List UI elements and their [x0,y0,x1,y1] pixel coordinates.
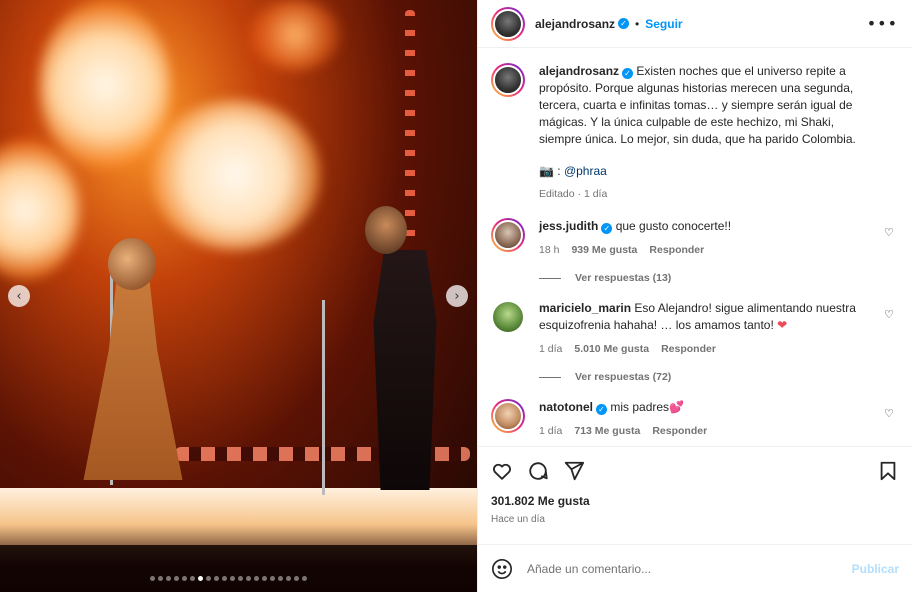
avatar[interactable] [491,63,525,97]
share-send-icon[interactable] [563,460,585,482]
verified-badge-icon: ✓ [601,223,613,234]
comment-username[interactable]: jess.judith [539,219,598,233]
emoji-smiley-icon[interactable] [491,558,513,580]
carousel-dot [158,576,163,581]
verified-badge-icon: ✓ [622,68,634,79]
mic-stand [322,300,325,495]
camera-credit-prefix: 📷 : [539,164,564,178]
carousel-dot [238,576,243,581]
comment-text: mis padres [610,400,670,414]
carousel-dot [174,576,179,581]
follow-button[interactable]: Seguir [645,17,682,31]
comment-item: natotonel ✓ mis padres💕 1 día 713 Me gust… [491,399,898,437]
comment-time[interactable]: 1 día [539,343,562,355]
singer-head [108,238,156,290]
reply-button[interactable]: Responder [661,343,716,355]
comment-time[interactable]: 1 día [539,425,562,437]
carousel-dot [262,576,267,581]
view-replies-label[interactable]: Ver respuestas (72) [575,371,671,383]
credit-mention-link[interactable]: @phraa [564,164,607,178]
comment-like-icon[interactable]: ♡ [884,399,898,437]
separator-dot: • [635,16,640,31]
comment-likes[interactable]: 939 Me gusta [571,244,637,256]
comments-list[interactable]: alejandrosanz ✓ Existen noches que el uni… [478,48,912,446]
fire-burst [250,0,340,70]
like-heart-icon[interactable] [491,460,513,482]
verified-badge-icon: ✓ [618,18,630,29]
instagram-post: ‹ › alejandrosanz ✓ • Seguir ••• alejand… [0,0,912,592]
reply-button[interactable]: Responder [652,425,707,437]
comment-like-icon[interactable]: ♡ [884,300,898,355]
caption-meta: Editado · 1 día [539,188,608,200]
comment-item: maricielo_marin Eso Alejandro! sigue ali… [491,300,898,355]
view-replies-label[interactable]: Ver respuestas (13) [575,272,671,284]
post-sidebar: alejandrosanz ✓ • Seguir ••• alejandrosa… [477,0,912,592]
header-username[interactable]: alejandrosanz [535,17,615,31]
avatar[interactable] [491,399,525,433]
comment-likes[interactable]: 5.010 Me gusta [574,343,649,355]
carousel-dot [270,576,275,581]
avatar[interactable] [491,6,525,41]
hearts-emoji: 💕 [669,400,684,414]
comment-input[interactable] [527,561,838,576]
carousel-dot [206,576,211,581]
view-replies-button[interactable]: Ver respuestas (72) [539,371,898,383]
comment-like-icon[interactable]: ♡ [884,218,898,256]
fire-burst [150,100,320,250]
comment-likes[interactable]: 713 Me gusta [574,425,640,437]
comment-username[interactable]: natotonel [539,400,593,414]
replies-line [539,277,561,279]
caption: alejandrosanz ✓ Existen noches que el uni… [491,63,898,200]
avatar[interactable] [491,218,525,252]
verified-badge-icon: ✓ [596,404,607,415]
carousel-dot [278,576,283,581]
view-replies-button[interactable]: Ver respuestas (13) [539,272,898,284]
reply-button[interactable]: Responder [649,244,704,256]
carousel-dot [190,576,195,581]
heart-emoji: ❤ [777,318,788,332]
singer-figure [83,280,183,480]
caption-username[interactable]: alejandrosanz [539,64,619,78]
next-photo-button[interactable]: › [446,285,468,307]
action-bar [478,446,912,494]
fire-burst [0,140,80,280]
carousel-dot [254,576,259,581]
carousel-dot [286,576,291,581]
carousel-dot [214,576,219,581]
comment-text: que gusto conocerte!! [615,219,732,233]
carousel-dot [166,576,171,581]
crowd-silhouette [0,545,477,592]
guitarist-head [365,206,407,254]
post-time[interactable]: Hace un día [478,514,912,544]
carousel-dot [222,576,227,581]
comment-time[interactable]: 18 h [539,244,559,256]
fire-burst [40,0,170,170]
post-header: alejandrosanz ✓ • Seguir ••• [478,0,912,48]
carousel-dot [294,576,299,581]
publish-button[interactable]: Publicar [852,562,899,576]
comment-username[interactable]: maricielo_marin [539,301,631,315]
carousel-dot [302,576,307,581]
bookmark-icon[interactable] [877,460,899,482]
carousel-dots [150,576,307,581]
more-options-icon[interactable]: ••• [867,14,898,33]
post-photo[interactable]: ‹ › [0,0,477,592]
carousel-dot [246,576,251,581]
replies-line [539,376,561,378]
previous-photo-button[interactable]: ‹ [8,285,30,307]
carousel-dot [150,576,155,581]
carousel-dot [182,576,187,581]
avatar[interactable] [493,302,523,332]
comment-bubble-icon[interactable] [527,460,549,482]
likes-count[interactable]: 301.802 Me gusta [478,494,912,512]
add-comment-bar: Publicar [478,544,912,592]
carousel-dot [230,576,235,581]
guitarist-figure [373,250,437,490]
carousel-dot [198,576,203,581]
comment-item: jess.judith ✓ que gusto conocerte!! 18 h … [491,218,898,256]
